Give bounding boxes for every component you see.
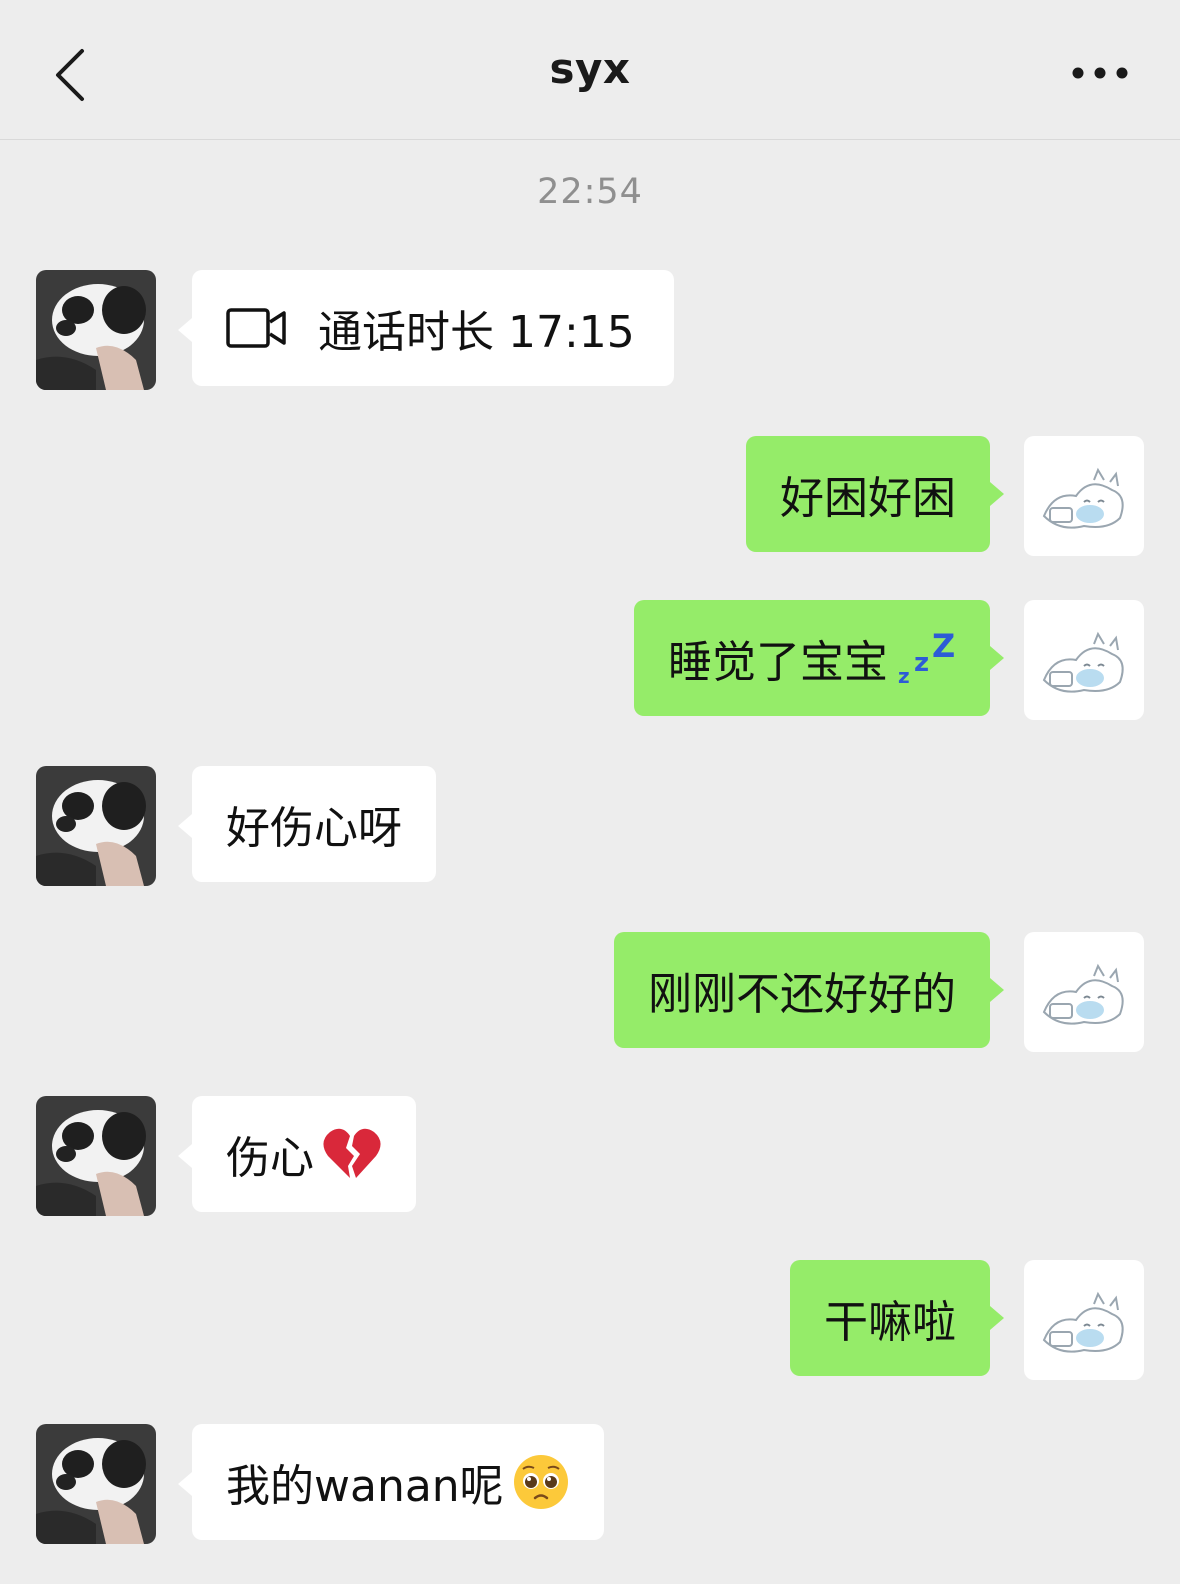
cat-avatar-image [1024,932,1144,1052]
cat-avatar-image [1024,600,1144,720]
dog-avatar-image [36,1096,156,1216]
outgoing-message-bubble[interactable]: 干嘛啦 [790,1260,1004,1376]
message-text: 我的wanan呢 [226,1461,504,1512]
self-avatar[interactable] [1024,932,1144,1052]
self-avatar[interactable] [1024,436,1144,556]
svg-text:z: z [898,664,910,688]
cat-avatar-image [1024,1260,1144,1380]
contact-avatar[interactable] [36,1424,156,1544]
dog-avatar-image [36,1424,156,1544]
outgoing-message-bubble[interactable]: 睡觉了宝宝 z z Z [634,600,1004,716]
call-duration-text: 通话时长 17:15 [318,307,635,358]
self-avatar[interactable] [1024,1260,1144,1380]
cat-avatar-image [1024,436,1144,556]
contact-avatar[interactable] [36,270,156,390]
svg-text:z: z [914,648,929,678]
message-text: 睡觉了宝宝 [668,637,888,688]
call-record-bubble[interactable]: 通话时长 17:15 [178,270,674,386]
dog-avatar-image [36,766,156,886]
chat-title: syx [549,44,631,93]
dog-avatar-image [36,270,156,390]
incoming-message-bubble[interactable]: 伤心 [178,1096,416,1212]
video-call-icon [226,307,288,349]
chat-screen: syx 22:54 通话时长 17:15 好困好困 睡觉了宝宝 z z Z 好伤… [0,0,1180,1584]
incoming-message-bubble[interactable]: 好伤心呀 [178,766,436,882]
message-text: 好伤心呀 [226,803,402,854]
broken-heart-emoji-icon [322,1126,382,1182]
pleading-face-emoji-icon [512,1453,570,1511]
nav-bar: syx [0,0,1180,140]
message-text: 刚刚不还好好的 [648,969,956,1020]
contact-avatar[interactable] [36,1096,156,1216]
self-avatar[interactable] [1024,600,1144,720]
contact-avatar[interactable] [36,766,156,886]
message-timestamp: 22:54 [537,172,643,212]
svg-text:Z: Z [932,627,955,665]
zzz-emoji-icon: z z Z [896,627,956,689]
message-text: 伤心 [226,1133,314,1184]
more-button[interactable] [1060,50,1140,96]
outgoing-message-bubble[interactable]: 好困好困 [746,436,1004,552]
outgoing-message-bubble[interactable]: 刚刚不还好好的 [614,932,1004,1048]
message-text: 好困好困 [780,473,956,524]
incoming-message-bubble[interactable]: 我的wanan呢 [178,1424,604,1540]
message-text: 干嘛啦 [824,1297,956,1348]
more-icon [1072,67,1128,79]
